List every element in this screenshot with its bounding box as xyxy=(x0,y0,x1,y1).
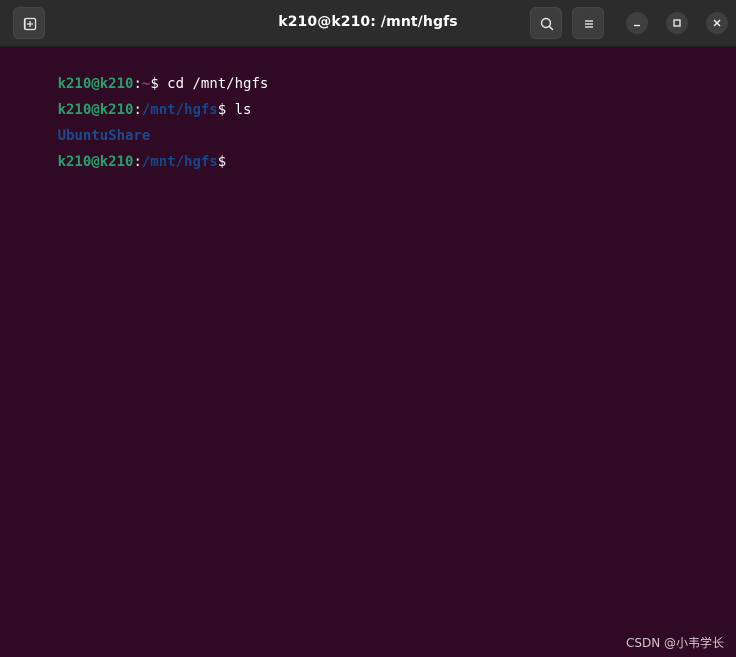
terminal-line: UbuntuShare xyxy=(7,106,151,144)
prompt-path: /mnt/hgfs xyxy=(141,102,218,118)
prompt-path: /mnt/hgfs xyxy=(141,154,218,170)
watermark: CSDN @小韦学长 xyxy=(625,636,724,650)
prompt-sigil: $ xyxy=(217,154,227,170)
close-icon xyxy=(713,19,721,27)
maximize-button[interactable] xyxy=(666,12,688,34)
terminal-output-area[interactable]: k210@k210:~$ cd /mnt/hgfs k210@k210:/mnt… xyxy=(0,47,736,657)
hamburger-menu-icon xyxy=(585,20,593,28)
close-button[interactable] xyxy=(706,12,728,34)
search-icon xyxy=(540,17,554,31)
title-bar[interactable]: k210@k210: /mnt/hgfs xyxy=(0,0,736,47)
terminal-line: k210@k210:/mnt/hgfs$ xyxy=(7,132,227,170)
terminal-window: k210@k210: /mnt/hgfs k210@k210:~$ cd /mn… xyxy=(0,0,736,657)
search-button[interactable] xyxy=(530,7,562,39)
prompt-sigil: $ xyxy=(217,102,227,118)
command-text: ls xyxy=(226,102,252,118)
minimize-icon xyxy=(634,24,640,27)
prompt-colon: : xyxy=(133,154,142,170)
terminal-line: k210@k210:/mnt/hgfs$ ls xyxy=(7,80,252,118)
minimize-button[interactable] xyxy=(626,12,648,34)
prompt-user-host: k210@k210 xyxy=(57,154,134,170)
menu-button[interactable] xyxy=(572,7,604,39)
terminal-line: k210@k210:~$ cd /mnt/hgfs xyxy=(7,54,269,92)
maximize-icon xyxy=(673,19,681,27)
